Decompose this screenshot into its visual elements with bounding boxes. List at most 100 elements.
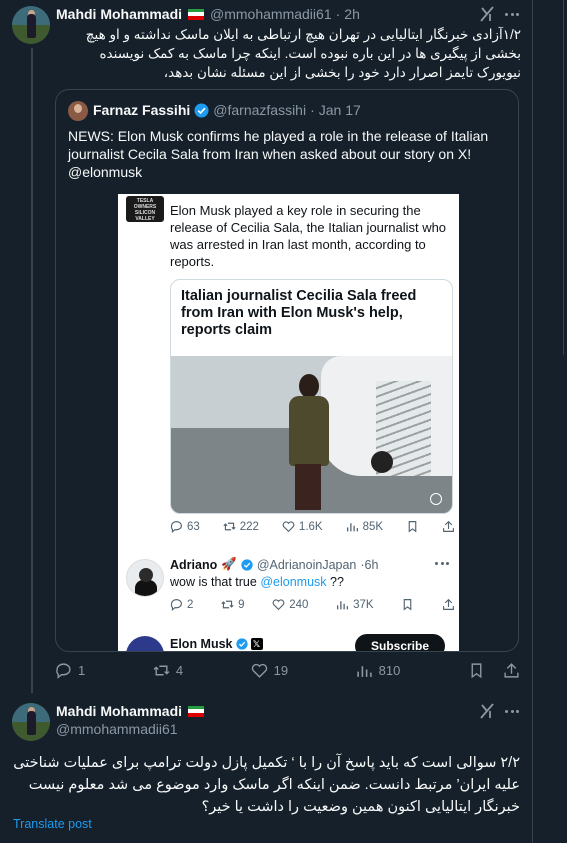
image-news-card: Italian journalist Cecilia Sala freed fr…: [170, 279, 453, 514]
translate-post-link[interactable]: Translate post: [13, 817, 92, 831]
like-icon: [282, 521, 295, 533]
reply-views-count: 37K: [336, 598, 374, 611]
reply-text-part: wow is that true: [170, 575, 261, 589]
rocket-icon: 🚀: [221, 557, 237, 571]
quoted-header: Farnaz Fassihi @farnazfassihi · Jan 17: [93, 102, 361, 118]
author-handle[interactable]: @mmohammadii61: [210, 6, 332, 22]
more-icon[interactable]: [503, 5, 521, 23]
reply-name: Adriano: [170, 557, 218, 572]
more-icon: [435, 562, 449, 566]
separator-dot: ·: [310, 102, 315, 118]
grok-icon[interactable]: [478, 5, 496, 23]
quoted-text-line: journalist Cecila Sala from Iran when as…: [68, 146, 472, 162]
tweet-text: ۱/۲آزادی خبرنگار ایتالیایی در تهران هیچ …: [85, 27, 521, 80]
author-handle[interactable]: @mmohammadii61: [56, 721, 178, 737]
reply-like-count: 240: [272, 598, 308, 611]
quoted-author-avatar: [68, 101, 88, 121]
musk-reply-row: Elon Musk 𝕏 Subscribe: [118, 632, 459, 651]
reply-header: Adriano 🚀 @AdrianoinJapan ·6h: [170, 557, 378, 572]
image-repost-count: 222: [223, 520, 259, 533]
right-scroll-edge: [563, 0, 567, 843]
info-icon: [430, 493, 442, 505]
tweet-action-bar: 1 4 19 810: [55, 662, 520, 679]
quoted-image[interactable]: TESLA OWNERS SILICON VALLEY Elon Musk pl…: [118, 194, 459, 651]
reply-text: wow is that true @elonmusk ??: [170, 575, 344, 589]
bookmark-icon[interactable]: [468, 662, 485, 679]
count: 2: [187, 598, 194, 611]
views-icon: [346, 523, 358, 532]
x-badge-icon: 𝕏: [250, 638, 263, 650]
bookmark-share-group: [468, 662, 520, 679]
quoted-author-name: Farnaz Fassihi: [93, 102, 191, 118]
separator-dot: ·: [335, 6, 341, 22]
reply-icon: [170, 521, 182, 533]
quoted-tweet[interactable]: Farnaz Fassihi @farnazfassihi · Jan 17 N…: [55, 89, 519, 652]
thread-connector: [31, 48, 33, 693]
reply-button[interactable]: 1: [55, 662, 85, 679]
count: 85K: [362, 520, 384, 533]
subscribe-button: Subscribe: [355, 634, 445, 651]
reply-icon: [56, 663, 71, 679]
repost-icon: [221, 600, 234, 609]
reply-time: ·6h: [360, 557, 379, 572]
views-icon: [357, 666, 372, 677]
repost-icon: [223, 522, 236, 531]
grok-icon[interactable]: [478, 702, 496, 720]
bookmark-icon: [408, 521, 417, 533]
news-photo: [171, 356, 452, 513]
tweet-text: ۲/۲ سوالی است که باید پاسخ آن را با ‘ تک…: [13, 755, 520, 815]
reply-action-bar: 2 9 240 37K: [170, 598, 455, 611]
count: 37K: [353, 598, 374, 611]
author-avatar[interactable]: [12, 703, 50, 741]
views-icon: [337, 601, 349, 610]
tweet-header: Mahdi Mohammadi: [56, 703, 206, 719]
author-avatar[interactable]: [12, 6, 50, 44]
views-count: 810: [378, 663, 401, 678]
repost-button[interactable]: 4: [153, 662, 183, 679]
reply-count: 1: [78, 663, 86, 678]
share-icon: [443, 598, 454, 610]
musk-header: Elon Musk 𝕏: [170, 637, 263, 651]
musk-avatar: [126, 636, 164, 651]
more-icon[interactable]: [503, 702, 521, 720]
quoted-mention: @elonmusk: [68, 164, 143, 180]
image-headline: Italian journalist Cecilia Sala freed fr…: [181, 288, 417, 338]
verified-icon: [194, 102, 209, 118]
quoted-text-line: NEWS: Elon Musk confirms he played a rol…: [68, 128, 489, 144]
iran-flag-icon: [188, 8, 205, 20]
views-button[interactable]: 810: [356, 662, 401, 679]
image-like-count: 1.6K: [282, 520, 323, 533]
like-button[interactable]: 19: [251, 662, 288, 679]
count: 1.6K: [298, 520, 323, 533]
quoted-date: Jan 17: [318, 102, 361, 118]
reply-icon: [170, 599, 182, 611]
reply-text-part: ??: [326, 575, 344, 589]
reply-handle: @AdrianoinJapan: [256, 557, 357, 572]
tweet-header: Mahdi Mohammadi @mmohammadii61 · 2h: [56, 6, 360, 22]
iran-flag-icon: [188, 705, 205, 717]
timeline-column: Mahdi Mohammadi @mmohammadii61 · 2h ۱/۲آ…: [0, 0, 533, 843]
quoted-text: NEWS: Elon Musk confirms he played a rol…: [68, 127, 508, 181]
like-icon: [272, 599, 285, 611]
image-action-bar: 63 222 1.6K 85K: [170, 520, 455, 533]
count: 9: [238, 598, 245, 611]
share-icon[interactable]: [503, 662, 520, 679]
repost-icon: [153, 665, 170, 676]
like-count: 19: [273, 663, 289, 678]
author-name[interactable]: Mahdi Mohammadi: [56, 703, 182, 719]
reply-reply-count: 2: [170, 598, 193, 611]
repost-count: 4: [175, 663, 184, 678]
verified-icon: [241, 558, 253, 571]
bookmark-icon: [403, 599, 412, 611]
reply-mention: @elonmusk: [260, 575, 327, 589]
image-reply-count: 63: [170, 520, 200, 533]
musk-name: Elon Musk: [170, 637, 233, 651]
author-name[interactable]: Mahdi Mohammadi: [56, 6, 182, 22]
quoted-author-handle: @farnazfassihi: [213, 102, 307, 118]
reply-avatar: [126, 559, 164, 597]
reply-repost-count: 9: [221, 598, 245, 611]
verified-icon: [235, 638, 248, 650]
count: 240: [289, 598, 309, 611]
tweet-time[interactable]: 2h: [344, 6, 360, 22]
count: 222: [239, 520, 259, 533]
